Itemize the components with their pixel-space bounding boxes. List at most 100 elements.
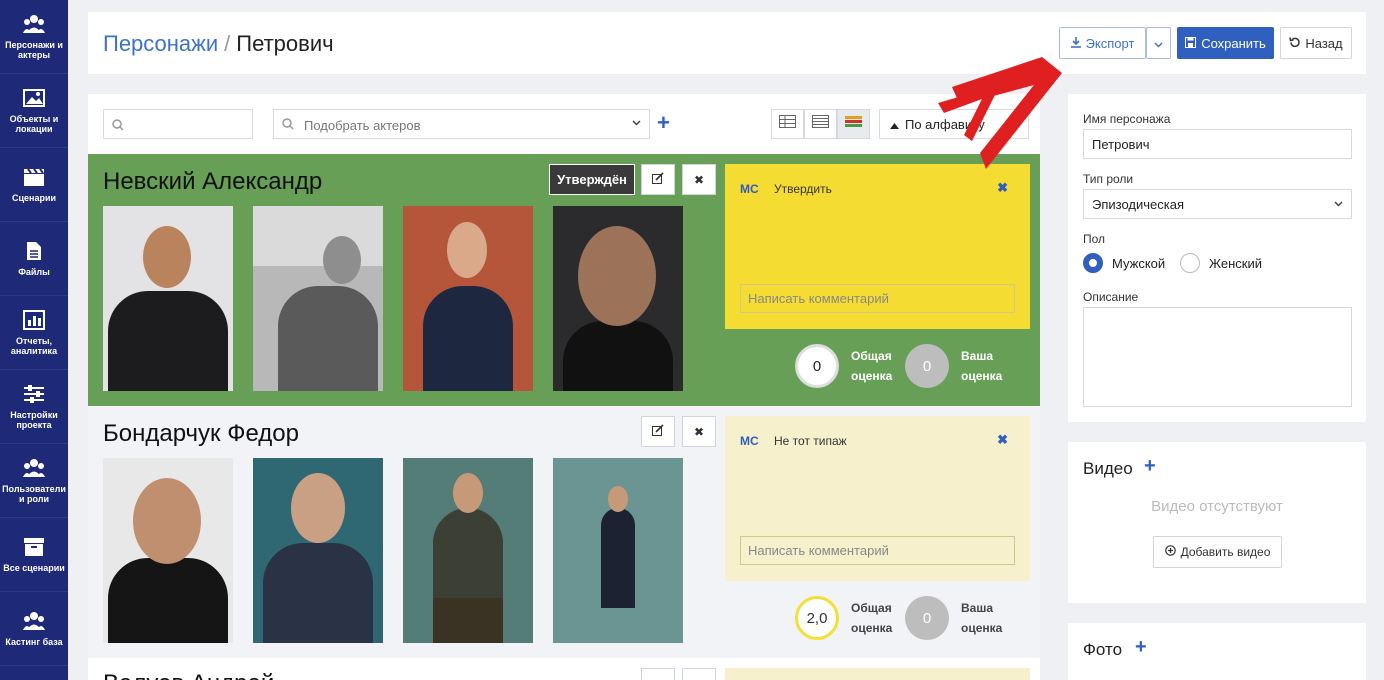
photo-title: Фото (1083, 640, 1123, 659)
actor-photo[interactable] (103, 458, 233, 643)
edit-button[interactable] (641, 416, 675, 447)
sliders-icon (23, 384, 45, 404)
sidebar-item-label: Кастинг база (5, 636, 63, 647)
actor-name: Бондарчук Федор (103, 420, 299, 447)
radio-checked-icon (1083, 253, 1103, 273)
image-icon (23, 88, 45, 108)
my-score[interactable]: 0 (905, 344, 949, 388)
chart-icon (23, 309, 45, 330)
my-rating[interactable]: 0 Ваша оценка (905, 344, 1002, 388)
close-icon: ✖ (693, 424, 705, 439)
color-rows-icon (845, 115, 862, 133)
actor-photo[interactable] (553, 458, 683, 643)
my-rating-label: оценка (961, 369, 1003, 383)
description-textarea[interactable] (1083, 307, 1352, 407)
remove-button[interactable]: ✖ (682, 164, 716, 195)
users-icon (23, 14, 45, 34)
search-input[interactable] (103, 109, 253, 139)
overall-label: Общая (851, 349, 892, 363)
comment-input[interactable]: Написать комментарий (740, 284, 1015, 313)
actor-photos (103, 206, 683, 391)
add-actor-button[interactable]: + (657, 110, 670, 136)
view-cards-button[interactable] (837, 109, 870, 139)
my-rating-label: Ваша (961, 349, 994, 363)
comment-box: МС Не тот типаж ✖ Написать комментарий (725, 416, 1030, 581)
overall-score: 2,0 (795, 596, 839, 640)
sidebar-item-files[interactable]: Файлы (0, 222, 68, 296)
sidebar-item-label: Пользователи и роли (2, 483, 66, 504)
view-list-button[interactable] (804, 109, 837, 139)
sidebar-item-label: Файлы (18, 266, 50, 277)
actor-photos (103, 458, 683, 643)
my-score[interactable]: 0 (905, 596, 949, 640)
breadcrumb-link[interactable]: Персонажи (103, 31, 218, 56)
radio-unchecked-icon (1180, 253, 1200, 273)
role-type-select[interactable]: Эпизодическая (1083, 189, 1352, 219)
name-field[interactable]: Петрович (1083, 129, 1352, 159)
actors-toolbar: Подобрать актеров + По алфавиту (88, 94, 1040, 154)
comment-author: МС (740, 434, 759, 448)
chevron-down-icon (1334, 197, 1343, 214)
sidebar-item-label: Сценарии (11, 192, 57, 203)
actor-photo[interactable] (103, 206, 233, 391)
status-badge[interactable]: Утверждён (549, 164, 635, 195)
sidebar-item-reports[interactable]: Отчеты, аналитика (0, 296, 68, 370)
sidebar-item-locations[interactable]: Объекты и локации (0, 74, 68, 148)
actor-photo[interactable] (253, 458, 383, 643)
gender-male-radio[interactable]: Мужской (1083, 253, 1165, 273)
gender-female-radio[interactable]: Женский (1180, 253, 1262, 273)
actor-name: Валуев Андрей (103, 670, 274, 680)
sidebar-item-users[interactable]: Пользователи и роли (0, 444, 68, 518)
character-form: Имя персонажа Петрович Тип роли Эпизодич… (1068, 94, 1366, 422)
back-button[interactable]: Назад (1280, 27, 1352, 59)
add-video-button[interactable]: Добавить видео (1153, 536, 1282, 568)
sidebar-item-casting[interactable]: Кастинг база (0, 592, 68, 666)
add-photo-plus-button[interactable]: + (1135, 636, 1147, 659)
list-icon (812, 115, 829, 133)
actor-photo[interactable] (403, 206, 533, 391)
comment-text: Не тот типаж (774, 434, 847, 448)
remove-button[interactable]: ✖ (682, 416, 716, 447)
archive-icon (23, 537, 45, 557)
video-empty-text: Видео отсутствуют (1151, 498, 1283, 515)
role-type-label: Тип роли (1083, 172, 1134, 186)
overall-rating: 2,0 Общая оценка (795, 596, 892, 640)
page-title: Петрович (236, 31, 334, 56)
description-label: Описание (1083, 290, 1139, 304)
delete-comment-icon[interactable]: ✖ (997, 432, 1008, 448)
sidebar-item-settings[interactable]: Настройки проекта (0, 370, 68, 444)
gender-female-label: Женский (1209, 255, 1262, 271)
comment-input[interactable]: Написать комментарий (740, 536, 1015, 565)
search-icon (282, 118, 294, 133)
actor-photo[interactable] (553, 206, 683, 391)
actor-picker-select[interactable]: Подобрать актеров (273, 109, 650, 139)
plus-circle-icon (1164, 545, 1176, 559)
users-icon (23, 611, 45, 631)
save-button[interactable]: Сохранить (1177, 27, 1274, 59)
sidebar-item-label: Персонажи и актеры (5, 39, 63, 60)
close-icon: ✖ (693, 172, 705, 187)
comment-author: МС (740, 182, 759, 196)
export-label: Экспорт (1085, 35, 1135, 51)
actor-photo[interactable] (403, 458, 533, 643)
export-dropdown-button[interactable] (1146, 27, 1171, 59)
remove-button[interactable] (682, 668, 716, 680)
add-video-plus-button[interactable]: + (1144, 455, 1156, 478)
actor-photo[interactable] (253, 206, 383, 391)
edit-icon (652, 172, 664, 187)
view-table-button[interactable] (771, 109, 804, 139)
edit-button[interactable] (641, 164, 675, 195)
breadcrumb-separator: / (224, 31, 231, 56)
role-type-value: Эпизодическая (1092, 197, 1184, 212)
delete-comment-icon[interactable]: ✖ (997, 180, 1008, 196)
sidebar-item-scripts[interactable]: Сценарии (0, 148, 68, 222)
export-button[interactable]: Экспорт (1059, 27, 1146, 59)
photo-panel: Фото + (1068, 623, 1366, 680)
sidebar-item-all-scripts[interactable]: Все сценарии (0, 518, 68, 592)
clapperboard-icon (23, 167, 45, 187)
sidebar-item-characters[interactable]: Персонажи и актеры (0, 0, 68, 74)
my-rating[interactable]: 0 Ваша оценка (905, 596, 1002, 640)
overall-rating: 0 Общая оценка (795, 344, 892, 388)
edit-button[interactable] (641, 668, 675, 680)
search-icon (112, 118, 124, 136)
